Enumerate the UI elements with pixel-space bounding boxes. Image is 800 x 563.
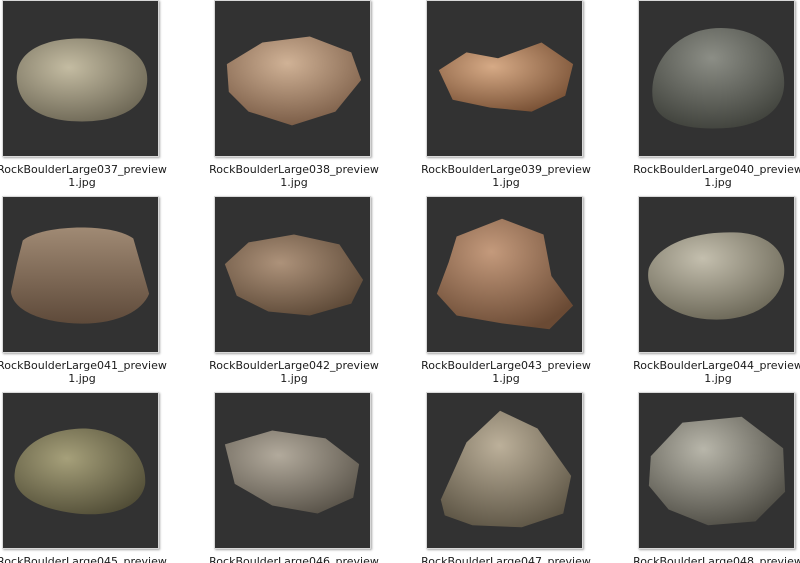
boulder-thumbnail-icon[interactable] (214, 392, 371, 549)
boulder-thumbnail-icon[interactable] (638, 196, 795, 353)
boulder-thumbnail-icon[interactable] (2, 196, 159, 353)
file-name-label[interactable]: RockBoulderLarge048_preview1.jpg (632, 555, 800, 563)
boulder-thumbnail-icon[interactable] (2, 0, 159, 157)
boulder-thumbnail-icon[interactable] (214, 196, 371, 353)
boulder-thumbnail-icon[interactable] (638, 392, 795, 549)
file-name-label[interactable]: RockBoulderLarge045_preview1.jpg (0, 555, 168, 563)
file-name-label[interactable]: RockBoulderLarge044_preview1.jpg (632, 359, 800, 385)
boulder-thumbnail-icon[interactable] (426, 196, 583, 353)
boulder-thumbnail-icon[interactable] (426, 0, 583, 157)
file-explorer-grid: RockBoulderLarge037_preview1.jpg RockBou… (0, 0, 800, 563)
file-name-label[interactable]: RockBoulderLarge042_preview1.jpg (208, 359, 380, 385)
file-name-label[interactable]: RockBoulderLarge040_preview1.jpg (632, 163, 800, 189)
file-name-label[interactable]: RockBoulderLarge037_preview1.jpg (0, 163, 168, 189)
file-name-label[interactable]: RockBoulderLarge046_preview1.jpg (208, 555, 380, 563)
file-name-label[interactable]: RockBoulderLarge041_preview1.jpg (0, 359, 168, 385)
boulder-thumbnail-icon[interactable] (638, 0, 795, 157)
file-name-label[interactable]: RockBoulderLarge047_preview1.jpg (420, 555, 592, 563)
file-name-label[interactable]: RockBoulderLarge038_preview1.jpg (208, 163, 380, 189)
boulder-thumbnail-icon[interactable] (2, 392, 159, 549)
boulder-thumbnail-icon[interactable] (214, 0, 371, 157)
file-name-label[interactable]: RockBoulderLarge043_preview1.jpg (420, 359, 592, 385)
boulder-thumbnail-icon[interactable] (426, 392, 583, 549)
file-name-label[interactable]: RockBoulderLarge039_preview1.jpg (420, 163, 592, 189)
